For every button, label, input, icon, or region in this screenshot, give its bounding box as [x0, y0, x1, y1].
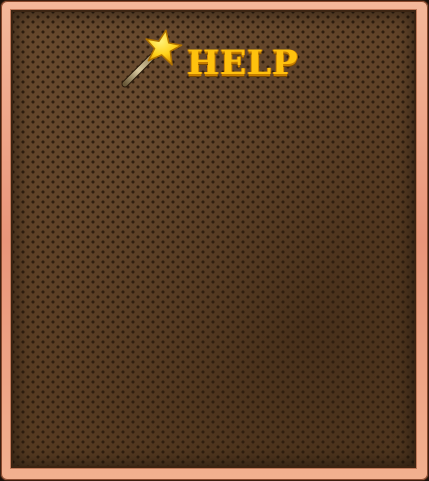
help-title: HELP	[187, 43, 299, 83]
panel-content-area: HELP	[11, 10, 416, 468]
help-panel: HELP	[0, 0, 429, 481]
help-header: HELP	[119, 26, 319, 90]
magic-wand-star-icon	[121, 29, 183, 88]
